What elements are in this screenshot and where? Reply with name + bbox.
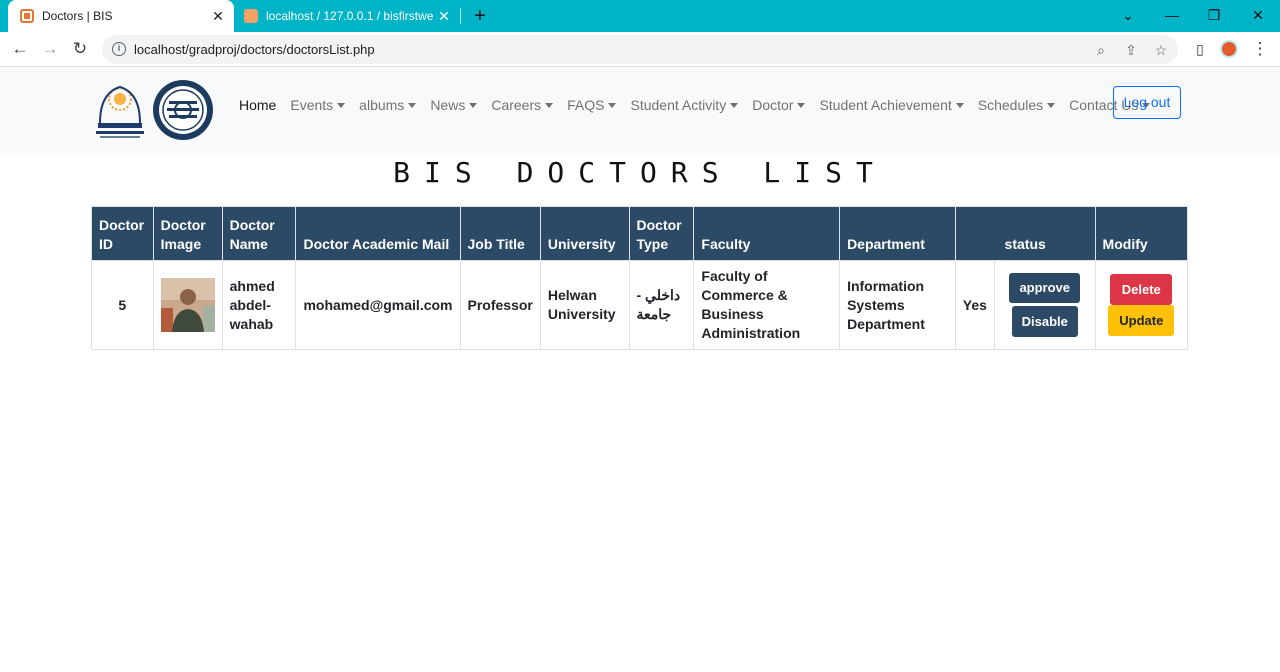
cell-university: Helwan University — [539, 260, 630, 350]
nav-link-label: FAQS — [567, 97, 605, 113]
bis-faculty-logo — [153, 80, 213, 140]
nav-link-careers[interactable]: Careers — [491, 97, 554, 113]
header-doctor-name: Doctor Name — [221, 206, 297, 261]
table-header-row: Doctor ID Doctor Image Doctor Name Docto… — [91, 206, 1189, 261]
header-job-title: Job Title — [459, 206, 541, 261]
side-panel-icon[interactable]: ▯ — [1188, 37, 1212, 61]
zoom-icon[interactable]: ⌕ — [1092, 41, 1110, 59]
disable-button[interactable]: Disable — [1011, 306, 1078, 337]
tab-close-icon[interactable]: ✕ — [208, 8, 228, 25]
cell-department: Information Systems Department — [839, 260, 956, 350]
header-faculty: Faculty — [693, 206, 841, 261]
nav-link-doctor[interactable]: Doctor — [752, 97, 806, 113]
nav-link-label: Home — [239, 97, 277, 113]
caret-down-icon — [608, 103, 617, 108]
caret-down-icon — [797, 103, 806, 108]
profile-avatar[interactable] — [1220, 40, 1238, 58]
caret-down-icon — [955, 103, 964, 108]
header-department: Department — [839, 206, 956, 261]
caret-down-icon — [469, 103, 478, 108]
site-info-icon[interactable]: i — [112, 42, 126, 56]
update-button[interactable]: Update — [1108, 305, 1175, 336]
delete-button[interactable]: Delete — [1110, 274, 1173, 305]
caret-down-icon — [408, 103, 417, 108]
tab-doctors-bis[interactable]: Doctors | BIS ✕ — [8, 0, 234, 32]
restore-icon[interactable]: ❐ — [1192, 0, 1236, 32]
url-omnibox[interactable]: i localhost/gradproj/doctors/doctorsList… — [102, 35, 1178, 64]
cell-doctor-type: داخلي - جامعة — [628, 260, 695, 350]
cell-status-value: Yes — [954, 260, 995, 350]
nav-link-label: Student Activity — [630, 97, 727, 113]
tab-close-icon[interactable]: ✕ — [434, 8, 454, 25]
caret-down-icon — [730, 103, 739, 108]
main-nav-links: Home Events albums News Careers FAQS Student A… — [239, 95, 1164, 115]
nav-link-label: Careers — [491, 97, 542, 113]
new-tab-icon[interactable]: + — [470, 4, 490, 28]
header-academic-mail: Doctor Academic Mail — [295, 206, 461, 261]
approve-button[interactable]: approve — [1009, 273, 1081, 303]
tab-title: Doctors | BIS — [42, 9, 113, 23]
share-icon[interactable]: ⇪ — [1122, 41, 1140, 59]
helwan-university-logo — [96, 85, 144, 138]
header-university: University — [539, 206, 630, 261]
header-doctor-type: Doctor Type — [628, 206, 695, 261]
caret-down-icon — [545, 103, 554, 108]
header-modify: Modify — [1094, 206, 1189, 261]
phpmyadmin-favicon-icon — [244, 9, 258, 23]
nav-link-student-activity[interactable]: Student Activity — [630, 97, 739, 113]
doctors-table: Doctor ID Doctor Image Doctor Name Docto… — [91, 206, 1189, 350]
doctor-photo — [160, 278, 215, 332]
nav-link-label: albums — [359, 97, 405, 113]
nav-link-label: News — [430, 97, 466, 113]
nav-link-student-achievement[interactable]: Student Achievement — [819, 97, 964, 113]
caret-down-icon — [337, 103, 346, 108]
browser-tab-bar: Doctors | BIS ✕ localhost / 127.0.0.1 / … — [0, 0, 1280, 32]
reload-icon[interactable]: ↻ — [68, 37, 92, 61]
tab-title: localhost / 127.0.0.1 / bisfirstweb — [266, 9, 434, 23]
minimize-icon[interactable]: — — [1150, 0, 1194, 32]
window-close-icon[interactable]: ✕ — [1236, 0, 1280, 32]
nav-link-schedules[interactable]: Schedules — [977, 97, 1056, 113]
nav-link-label: Student Achievement — [819, 97, 952, 113]
nav-link-faqs[interactable]: FAQS — [567, 97, 617, 113]
site-navbar: Home Events albums News Careers FAQS Student A… — [0, 67, 1280, 153]
nav-link-label: Events — [290, 97, 334, 113]
cell-doctor-id: 5 — [91, 260, 154, 350]
header-doctor-id: Doctor ID — [91, 206, 154, 261]
nav-link-albums[interactable]: albums — [359, 97, 417, 113]
tab-search-icon[interactable]: ⌄ — [1106, 0, 1150, 32]
xampp-favicon-icon — [20, 9, 34, 23]
tab-phpmyadmin[interactable]: localhost / 127.0.0.1 / bisfirstweb ✕ — [234, 0, 460, 32]
address-bar-row: ← → ↻ i localhost/gradproj/doctors/docto… — [0, 32, 1280, 67]
cell-doctor-image — [152, 260, 223, 350]
nav-link-label: Schedules — [977, 97, 1044, 113]
nav-link-events[interactable]: Events — [290, 97, 346, 113]
bookmark-star-icon[interactable]: ☆ — [1152, 41, 1170, 59]
nav-link-label: Doctor — [752, 97, 794, 113]
cell-faculty: Faculty of Commerce & Business Administr… — [693, 260, 841, 350]
logout-button[interactable]: Log out — [1113, 86, 1181, 119]
menu-dots-icon[interactable]: ⋮ — [1248, 37, 1272, 61]
caret-down-icon — [1047, 103, 1056, 108]
cell-doctor-name: ahmed abdel-wahab — [221, 260, 297, 350]
url-text[interactable]: localhost/gradproj/doctors/doctorsList.p… — [134, 42, 375, 57]
nav-link-home[interactable]: Home — [239, 97, 276, 113]
forward-arrow-icon[interactable]: → — [38, 37, 62, 61]
nav-link-news[interactable]: News — [430, 97, 478, 113]
tab-separator — [460, 8, 461, 24]
cell-status-actions: approve Disable — [993, 260, 1096, 350]
header-doctor-image: Doctor Image — [152, 206, 223, 261]
cell-modify-actions: Delete Update — [1094, 260, 1189, 350]
header-status: status — [954, 206, 1096, 261]
table-row: 5 ahmed abdel-wahab mohamed@gmail.com Pr… — [91, 260, 1189, 350]
back-arrow-icon[interactable]: ← — [8, 37, 32, 61]
cell-academic-mail: mohamed@gmail.com — [295, 260, 461, 350]
cell-job-title: Professor — [459, 260, 541, 350]
page-title: BIS DOCTORS LIST — [393, 156, 887, 189]
